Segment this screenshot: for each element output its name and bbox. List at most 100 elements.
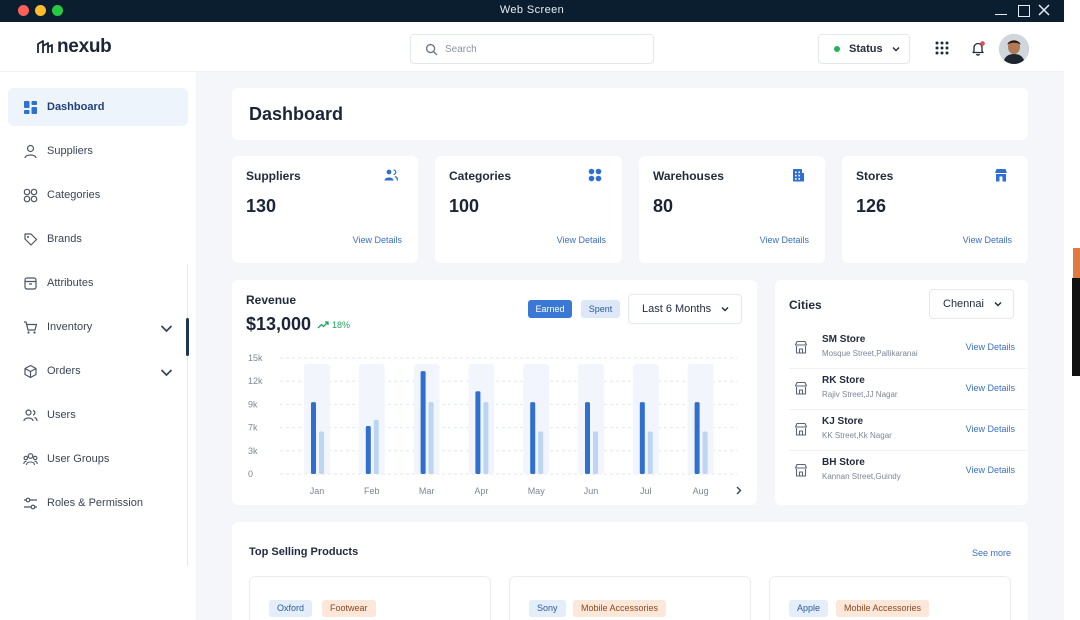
sidebar-item-attributes[interactable]: Attributes	[8, 264, 188, 302]
sidebar-item-categories[interactable]: Categories	[8, 176, 188, 214]
search-box[interactable]	[410, 34, 654, 64]
bar-earned-may[interactable]	[530, 402, 536, 474]
bar-column-bg	[687, 364, 714, 474]
brand-tag: Sony	[529, 600, 566, 617]
view-details-link[interactable]: View Details	[966, 383, 1015, 393]
store-address: Rajiv Street,JJ Nagar	[822, 390, 898, 399]
bar-column-bg	[523, 364, 550, 474]
product-card[interactable]: Oxford Footwear	[249, 576, 491, 620]
bar-spent-may[interactable]	[538, 431, 544, 474]
bell-icon[interactable]	[970, 40, 986, 56]
bar-spent-aug[interactable]	[702, 431, 708, 474]
see-more-link[interactable]: See more	[972, 548, 1011, 558]
sliders-icon	[24, 497, 37, 509]
cube-icon	[24, 364, 37, 378]
city-label: Chennai	[943, 298, 984, 310]
view-details-link[interactable]: View Details	[966, 465, 1015, 475]
categories-icon	[23, 188, 38, 202]
store-name: BH Store	[822, 457, 865, 468]
search-input[interactable]	[445, 41, 645, 58]
store-name: RK Store	[822, 375, 865, 386]
sidebar-item-suppliers[interactable]: Suppliers	[8, 132, 188, 170]
bar-earned-apr[interactable]	[475, 391, 481, 474]
sidebar-item-orders[interactable]: Orders	[8, 352, 188, 390]
bar-spent-jul[interactable]	[647, 431, 653, 474]
maximize-icon[interactable]	[1016, 3, 1030, 17]
sidebar: Dashboard Suppliers Categories Brands At…	[0, 72, 196, 620]
x-tick-label: Mar	[419, 486, 435, 496]
bar-earned-jul[interactable]	[639, 402, 645, 474]
bar-earned-feb[interactable]	[365, 426, 371, 474]
bar-spent-feb[interactable]	[373, 419, 379, 474]
top-header: nexub Status	[0, 22, 1064, 72]
logo-icon	[37, 40, 53, 53]
page-title: Dashboard	[249, 104, 344, 124]
sidebar-item-inventory[interactable]: Inventory	[8, 308, 188, 346]
stat-title: Warehouses	[653, 169, 724, 183]
sidebar-item-brands[interactable]: Brands	[8, 220, 188, 258]
bar-earned-jun[interactable]	[585, 402, 590, 474]
stat-value: 100	[449, 196, 480, 216]
bar-column-bg	[304, 364, 330, 474]
stat-value: 126	[856, 196, 887, 216]
bar-column-bg	[578, 364, 604, 474]
sidebar-item-dashboard[interactable]: Dashboard	[8, 88, 188, 126]
bar-spent-mar[interactable]	[428, 402, 434, 474]
sidebar-item-label: User Groups	[47, 453, 110, 465]
view-details-link[interactable]: View Details	[760, 235, 809, 245]
chevron-down-icon[interactable]	[159, 365, 174, 380]
view-details-link[interactable]: View Details	[557, 235, 606, 245]
chevron-right-icon[interactable]	[736, 486, 742, 495]
logo[interactable]: nexub	[36, 36, 112, 58]
revenue-card: Revenue $13,000 18% Earned Spent Last 6 …	[232, 280, 757, 505]
stat-value: 80	[653, 196, 674, 216]
bar-earned-jan[interactable]	[311, 402, 316, 474]
view-details-link[interactable]: View Details	[353, 235, 402, 245]
search-icon	[425, 43, 438, 56]
bar-column-bg	[413, 364, 440, 474]
x-tick-label: May	[528, 486, 546, 496]
users-icon	[23, 408, 38, 421]
sidebar-item-user-groups[interactable]: User Groups	[8, 440, 188, 478]
city-dropdown[interactable]: Chennai	[929, 289, 1014, 319]
stat-title: Categories	[449, 169, 512, 183]
sidebar-item-label: Inventory	[47, 321, 93, 333]
categories-icon	[588, 168, 602, 182]
x-tick-label: Feb	[364, 486, 380, 496]
sidebar-item-users[interactable]: Users	[8, 396, 188, 434]
sidebar-item-label: Suppliers	[47, 145, 93, 157]
bar-spent-apr[interactable]	[483, 402, 489, 474]
sidebar-item-label: Roles & Permission	[47, 497, 143, 509]
store-row: BH Store Kannan Street,Guindy View Detai…	[789, 451, 1027, 492]
sidebar-item-label: Dashboard	[47, 101, 105, 113]
bar-spent-jan[interactable]	[319, 431, 324, 474]
brand-tag: Oxford	[269, 600, 313, 617]
sidebar-item-label: Users	[47, 409, 76, 421]
status-dropdown[interactable]: Status	[818, 34, 910, 64]
status-dot	[834, 46, 840, 52]
status-label: Status	[849, 43, 883, 55]
view-details-link[interactable]: View Details	[966, 342, 1015, 352]
sidebar-item-roles-permission[interactable]: Roles & Permission	[8, 484, 188, 522]
sidebar-scrollbar-thumb[interactable]	[186, 318, 189, 356]
view-details-link[interactable]: View Details	[966, 424, 1015, 434]
x-tick-label: Jan	[310, 486, 325, 496]
avatar[interactable]	[999, 34, 1029, 64]
bar-earned-mar[interactable]	[420, 371, 426, 474]
minimize-icon[interactable]	[994, 3, 1008, 17]
apps-grid-icon[interactable]	[935, 41, 949, 55]
close-icon[interactable]	[1037, 3, 1051, 17]
top-selling-title: Top Selling Products	[249, 546, 359, 558]
bar-spent-jun[interactable]	[593, 431, 598, 474]
sidebar-item-label: Orders	[47, 365, 81, 377]
y-tick-label: 12k	[248, 376, 263, 386]
y-tick-label: 3k	[248, 446, 258, 456]
chevron-down-icon[interactable]	[159, 321, 174, 336]
bar-earned-aug[interactable]	[694, 402, 700, 474]
product-card[interactable]: Apple Mobile Accessories	[769, 576, 1011, 620]
view-details-link[interactable]: View Details	[963, 235, 1012, 245]
bar-column-bg	[468, 364, 495, 474]
bar-column-bg	[632, 364, 659, 474]
product-card[interactable]: Sony Mobile Accessories	[509, 576, 751, 620]
user-icon	[24, 144, 37, 158]
